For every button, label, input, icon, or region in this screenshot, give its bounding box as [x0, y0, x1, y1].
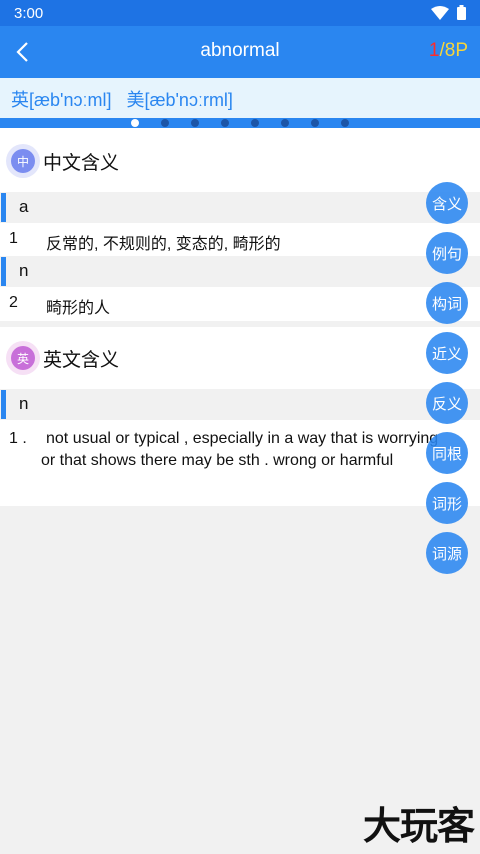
definition-text: 反常的, 不规则的, 变态的, 畸形的	[46, 236, 281, 253]
english-badge-icon: 英	[6, 341, 40, 375]
definition-text: 畸形的人	[46, 300, 111, 317]
page-current: 1	[428, 40, 440, 61]
phonetic-us[interactable]: 美[æb'nɔːrml]	[126, 90, 232, 110]
pager-dot[interactable]	[341, 119, 349, 127]
status-time: 3:00	[14, 5, 44, 22]
side-button-examples[interactable]: 例句	[426, 232, 468, 274]
page-total: /8P	[439, 40, 468, 61]
chinese-badge-icon: 中	[6, 144, 40, 178]
definition-text-line: or that shows there may be sth . wrong o…	[41, 452, 394, 469]
status-bar: 3:00	[0, 0, 480, 26]
page-indicator[interactable]: 1/8P	[429, 40, 468, 62]
part-of-speech: n	[19, 261, 29, 280]
wifi-icon	[431, 5, 449, 24]
definition-number: 1	[9, 230, 18, 247]
part-of-speech: a	[19, 197, 29, 216]
definition-number: 2	[9, 294, 18, 311]
pager-dot[interactable]	[311, 119, 319, 127]
side-button-word-forms[interactable]: 词形	[426, 482, 468, 524]
side-button-meaning[interactable]: 含义	[426, 182, 468, 224]
pos-row: n	[0, 389, 480, 420]
definition-text-line: not usual or typical , especially in a w…	[46, 430, 439, 447]
pager-dots	[0, 118, 480, 128]
pager-dot[interactable]	[191, 119, 199, 127]
definition-number: 1 .	[9, 430, 27, 447]
pager-dot[interactable]	[221, 119, 229, 127]
side-button-word-formation[interactable]: 构词	[426, 282, 468, 324]
side-button-etymology[interactable]: 词源	[426, 532, 468, 574]
definition-content: 中 中文含义 a 1 反常的, 不规则的, 变态的, 畸形的 n 2 畸形的人 …	[0, 128, 480, 506]
pager-dot[interactable]	[161, 119, 169, 127]
status-icons	[431, 5, 466, 24]
chinese-section-header: 中 中文含义	[0, 130, 480, 190]
side-button-cognates[interactable]: 同根	[426, 432, 468, 474]
app-bar: abnormal 1/8P	[0, 26, 480, 78]
side-button-synonyms[interactable]: 近义	[426, 332, 468, 374]
watermark-logo: 大玩客	[362, 804, 475, 848]
pager-dot[interactable]	[131, 119, 139, 127]
english-section-header: 英 英文含义	[0, 327, 480, 387]
part-of-speech: n	[19, 394, 29, 413]
pos-row: a	[0, 192, 480, 223]
battery-icon	[457, 5, 466, 24]
phonetic-uk[interactable]: 英[æb'nɔːml]	[11, 90, 111, 110]
page-title: abnormal	[200, 40, 280, 61]
pos-row: n	[0, 256, 480, 287]
english-section-title: 英文含义	[43, 349, 120, 371]
side-button-antonyms[interactable]: 反义	[426, 382, 468, 424]
chinese-section-title: 中文含义	[43, 152, 120, 174]
phonetic-bar: 英[æb'nɔːml] 美[æb'nɔːrml]	[0, 78, 480, 118]
pager-dot[interactable]	[281, 119, 289, 127]
pager-dot[interactable]	[251, 119, 259, 127]
